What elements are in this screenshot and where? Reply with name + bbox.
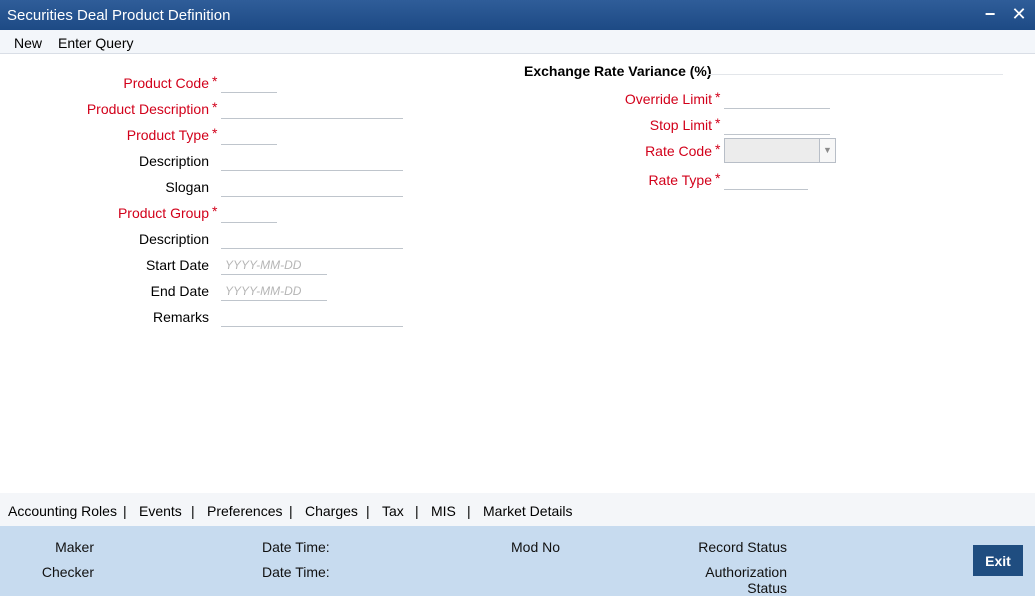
description-input[interactable] <box>221 151 403 171</box>
required-marker: * <box>212 203 218 219</box>
maker-date-time-label: Date Time: <box>262 539 330 555</box>
tab-mis[interactable]: MIS <box>431 503 456 519</box>
required-marker: * <box>212 125 218 141</box>
tab-preferences[interactable]: Preferences <box>207 503 282 519</box>
stop-limit-input[interactable] <box>724 115 830 135</box>
subscreen-tab-bar: Accounting Roles | Events | Preferences … <box>0 493 1035 526</box>
product-group-input[interactable] <box>221 203 277 223</box>
tab-events[interactable]: Events <box>139 503 182 519</box>
end-date-label: End Date <box>150 283 209 299</box>
tab-tax[interactable]: Tax <box>382 503 404 519</box>
remarks-label: Remarks <box>152 309 209 325</box>
required-marker: * <box>212 73 218 89</box>
chevron-down-icon[interactable]: ▼ <box>819 139 835 162</box>
rate-code-select[interactable]: ▼ <box>724 138 836 163</box>
tab-separator: | <box>289 503 293 519</box>
form-area <box>1 55 1034 493</box>
description-label: Description <box>138 153 209 169</box>
record-status-label: Record Status <box>698 539 787 555</box>
tab-separator: | <box>415 503 419 519</box>
window-title: Securities Deal Product Definition <box>7 7 231 24</box>
group-description-input[interactable] <box>221 229 403 249</box>
end-date-input[interactable] <box>221 281 327 301</box>
start-date-label: Start Date <box>145 257 209 273</box>
required-marker: * <box>715 141 721 157</box>
required-marker: * <box>212 99 218 115</box>
required-marker: * <box>715 115 721 131</box>
tab-separator: | <box>123 503 127 519</box>
exit-button[interactable]: Exit <box>973 545 1023 576</box>
section-divider <box>706 74 1003 75</box>
close-icon[interactable]: ✕ <box>1008 3 1030 25</box>
minimize-icon[interactable]: − <box>979 3 1001 25</box>
group-description-label: Description <box>138 231 209 247</box>
menu-bar: New Enter Query <box>0 30 1035 54</box>
slogan-input[interactable] <box>221 177 403 197</box>
product-description-label: Product Description <box>86 101 209 117</box>
product-type-label: Product Type <box>126 127 209 143</box>
product-code-label: Product Code <box>123 75 209 91</box>
checker-date-time-label: Date Time: <box>262 564 330 580</box>
tab-separator: | <box>366 503 370 519</box>
maker-label: Maker <box>55 539 94 555</box>
exchange-rate-section-title: Exchange Rate Variance (%) <box>524 63 712 79</box>
authorization-status-label-line2: Status <box>747 580 787 596</box>
stop-limit-label: Stop Limit <box>649 117 712 133</box>
menu-enter-query[interactable]: Enter Query <box>58 35 133 51</box>
product-description-input[interactable] <box>221 99 403 119</box>
slogan-label: Slogan <box>165 179 209 195</box>
authorization-status-label: Authorization <box>705 564 787 580</box>
override-limit-label: Override Limit <box>624 91 712 107</box>
mod-no-label: Mod No <box>511 539 561 555</box>
product-group-label: Product Group <box>117 205 209 221</box>
window-title-bar: Securities Deal Product Definition − ✕ <box>0 0 1035 30</box>
tab-accounting-roles[interactable]: Accounting Roles <box>8 503 117 519</box>
product-type-input[interactable] <box>221 125 277 145</box>
menu-new[interactable]: New <box>14 35 42 51</box>
tab-charges[interactable]: Charges <box>305 503 358 519</box>
audit-footer <box>0 526 1035 596</box>
required-marker: * <box>715 170 721 186</box>
tab-separator: | <box>467 503 471 519</box>
start-date-input[interactable] <box>221 255 327 275</box>
tab-separator: | <box>191 503 195 519</box>
rate-type-input[interactable] <box>724 170 808 190</box>
override-limit-input[interactable] <box>724 89 830 109</box>
rate-code-label: Rate Code <box>645 143 712 159</box>
tab-market-details[interactable]: Market Details <box>483 503 572 519</box>
rate-type-label: Rate Type <box>648 172 712 188</box>
product-code-input[interactable] <box>221 73 277 93</box>
checker-label: Checker <box>41 564 94 580</box>
remarks-input[interactable] <box>221 307 403 327</box>
required-marker: * <box>715 89 721 105</box>
